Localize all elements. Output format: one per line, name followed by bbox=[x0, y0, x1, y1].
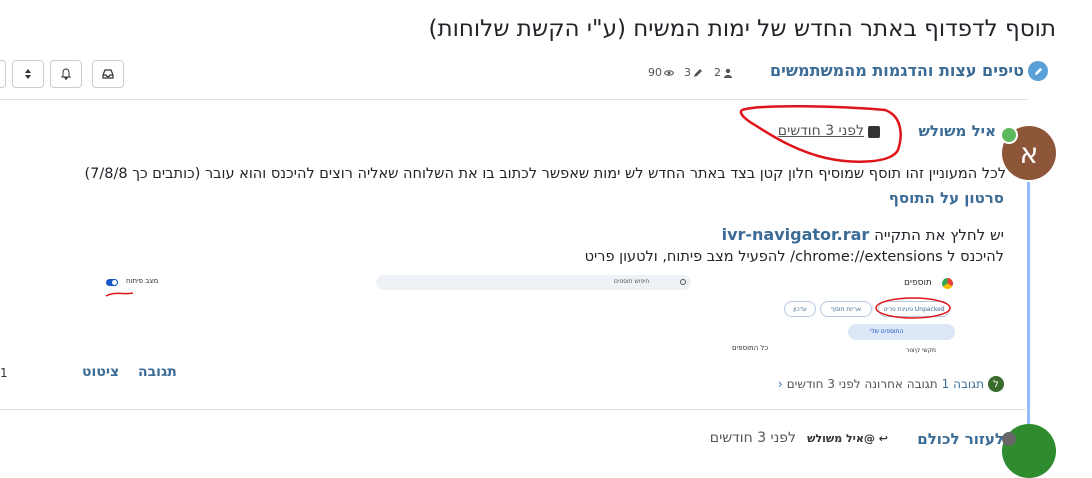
category-icon[interactable] bbox=[1028, 61, 1048, 81]
posters-stat: 2 bbox=[714, 66, 733, 79]
sort-icon bbox=[25, 69, 31, 79]
avatar-letter: א bbox=[1019, 136, 1039, 170]
vote-count: 1 bbox=[0, 366, 8, 380]
save-text: יש לחלץ את התקייה bbox=[874, 226, 1004, 244]
update-button[interactable]: עדכון bbox=[784, 301, 816, 317]
video-link[interactable]: סרטון על התוסף bbox=[889, 189, 1004, 207]
reply-to-link[interactable]: ↩ @איל משולש bbox=[807, 432, 888, 445]
chevron-left-icon: ‹ bbox=[777, 377, 783, 391]
replier-avatar: ל bbox=[988, 376, 1004, 392]
reply-button[interactable]: תגובה bbox=[138, 364, 177, 380]
posts-stat: 3 bbox=[684, 66, 703, 79]
divider bbox=[0, 99, 1028, 100]
pack-label: אריזת תוסף bbox=[831, 305, 861, 313]
my-extensions-label: התוספים שלי bbox=[870, 328, 904, 335]
user-icon bbox=[724, 68, 732, 78]
dev-mode-label: מצב פיתוח bbox=[126, 277, 159, 285]
replies-summary[interactable]: ל תגובה 1 תגובה אחרונה לפני 3 חודשים ‹ bbox=[778, 376, 1004, 392]
divider bbox=[0, 409, 1028, 410]
inbox-icon bbox=[102, 69, 114, 79]
posts-count: 3 bbox=[684, 66, 691, 79]
eye-icon bbox=[664, 69, 674, 76]
chrome-icon bbox=[942, 278, 953, 289]
replies-count[interactable]: תגובה 1 bbox=[942, 377, 984, 391]
pencil-icon bbox=[1034, 67, 1042, 75]
load-unpacked-label: טעינת פריט Unpacked bbox=[883, 305, 945, 313]
load-unpacked-button[interactable]: טעינת פריט Unpacked bbox=[878, 301, 950, 317]
reply-arrow-icon: ↩ bbox=[878, 432, 888, 445]
search-icon bbox=[680, 279, 686, 285]
update-label: עדכון bbox=[793, 305, 807, 313]
all-extensions-label: כל התוספים bbox=[732, 344, 769, 352]
views-count: 90 bbox=[648, 66, 662, 79]
instructions-line: להיכנס ל chrome://extensions/ להפעיל מצב… bbox=[584, 249, 1004, 265]
post-timestamp[interactable]: לפני 3 חודשים bbox=[778, 123, 864, 139]
post-timestamp[interactable]: לפני 3 חודשים bbox=[710, 430, 796, 446]
category-link[interactable]: טיפים עצות והדגמות מהמשתמשים bbox=[770, 61, 1024, 80]
views-stat: 90 bbox=[648, 66, 674, 79]
search-placeholder: חיפוש תוספים bbox=[614, 278, 650, 285]
edit-icon bbox=[868, 126, 880, 138]
reply-to-user: @איל משולש bbox=[807, 432, 875, 445]
extensions-header: תוספים bbox=[904, 278, 932, 288]
pencil-icon bbox=[694, 68, 702, 77]
file-link[interactable]: ivr-navigator.rar bbox=[722, 225, 870, 244]
online-status-icon bbox=[1000, 126, 1018, 144]
sort-button[interactable] bbox=[12, 60, 44, 88]
toggle-knob bbox=[111, 279, 118, 286]
pack-button[interactable]: אריזת תוסף bbox=[820, 301, 872, 317]
save-line: יש לחלץ את התקייה ivr-navigator.rar bbox=[722, 225, 1004, 244]
post-timeline bbox=[1027, 182, 1030, 445]
offline-status-icon bbox=[1002, 432, 1016, 446]
post-author[interactable]: איל משולש bbox=[919, 122, 996, 140]
bell-icon bbox=[60, 68, 72, 80]
shortcuts-label: מקשי קיצור bbox=[906, 347, 937, 354]
quote-button[interactable]: ציטוט bbox=[82, 364, 119, 380]
watch-button[interactable] bbox=[50, 60, 82, 88]
inbox-button[interactable] bbox=[92, 60, 124, 88]
post-paragraph: לכל המעוניין זהו תוסף שמוסיף חלון קטן בצ… bbox=[84, 166, 1007, 182]
post-image[interactable]: מצב פיתוח חיפוש תוספים תוספים עדכון אריז… bbox=[100, 271, 965, 361]
topic-title: תוסף לדפדוף באתר החדש של ימות המשיח (ע"י… bbox=[428, 16, 1056, 42]
toolbar-edge-button[interactable] bbox=[0, 60, 6, 88]
posters-count: 2 bbox=[714, 66, 721, 79]
post-author[interactable]: לעזור לכולם bbox=[917, 430, 1004, 448]
last-reply-time: תגובה אחרונה לפני 3 חודשים bbox=[786, 377, 938, 391]
